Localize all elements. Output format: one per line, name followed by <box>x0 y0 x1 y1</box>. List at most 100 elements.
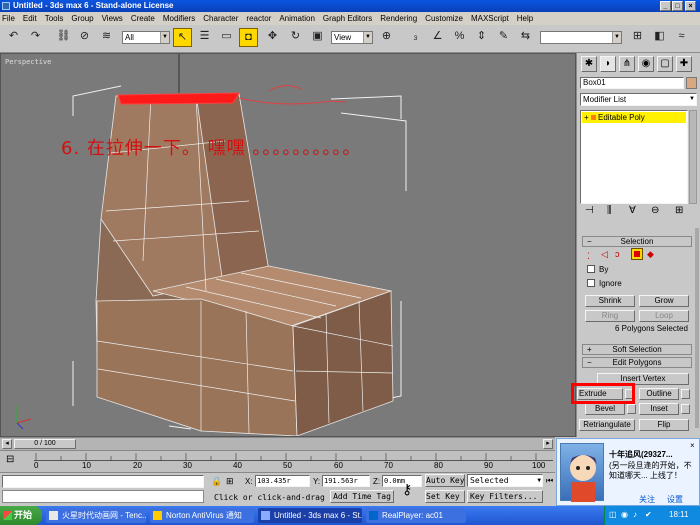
close-icon[interactable]: × <box>690 441 695 450</box>
bevel-settings-icon[interactable] <box>627 404 636 414</box>
ignore-backfacing-checkbox[interactable] <box>587 279 595 287</box>
select-by-name-icon[interactable]: ☰ <box>195 28 214 47</box>
named-selection-icon[interactable]: ✎ <box>494 28 513 47</box>
perspective-viewport[interactable]: Perspective 6. 在拉伸一下。 嘿嘿 。。。。。。。。。。 <box>0 53 576 437</box>
tray-icon-qq[interactable]: ◉ <box>621 510 628 519</box>
by-vertex-checkbox[interactable] <box>587 265 595 273</box>
track-bar[interactable]: ⊟ 0 10 20 30 40 50 60 70 80 90 100 <box>0 450 555 472</box>
align-icon[interactable]: ⊞ <box>628 28 647 47</box>
curve-editor-mini-icon[interactable]: ⊟ <box>6 454 14 465</box>
maximize-button[interactable]: □ <box>672 1 683 11</box>
key-icon[interactable]: ⚷ <box>402 481 412 498</box>
menu-rendering[interactable]: Rendering <box>380 14 417 23</box>
bevel-button[interactable]: Bevel <box>585 403 625 415</box>
auto-key-button[interactable]: Auto Key <box>425 474 465 487</box>
stack-item-editable-poly[interactable]: + Editable Poly <box>582 112 686 123</box>
select-object-icon[interactable]: ↖ <box>173 28 192 47</box>
absolute-mode-icon[interactable]: ⊞ <box>226 476 234 487</box>
remove-modifier-icon[interactable]: ⊖ <box>651 205 659 216</box>
selection-filter-dropdown[interactable]: All ▼ <box>122 31 170 44</box>
configure-modifier-sets-icon[interactable]: ⊞ <box>675 205 683 216</box>
motion-tab-icon[interactable]: ◉ <box>638 56 654 72</box>
tray-icon-network[interactable]: ◫ <box>609 510 617 519</box>
flip-button[interactable]: Flip <box>639 419 689 431</box>
select-scale-icon[interactable]: ▣ <box>308 28 327 47</box>
time-slider[interactable]: ◂ 0 / 100 ▸ <box>0 437 555 450</box>
hierarchy-tab-icon[interactable]: ⋔ <box>619 56 635 72</box>
task-item-norton[interactable]: Norton AntiVirus 通知 <box>150 508 254 523</box>
loop-button[interactable]: Loop <box>639 310 689 322</box>
select-rotate-icon[interactable]: ↻ <box>286 28 305 47</box>
element-mode-icon[interactable]: ◆ <box>647 249 654 260</box>
pin-stack-icon[interactable]: ⊣ <box>585 205 594 216</box>
y-coordinate-field[interactable]: 191.563r <box>322 475 370 487</box>
show-end-result-icon[interactable]: ⫼ <box>607 205 612 216</box>
task-item-realplayer[interactable]: RealPlayer: ac01 <box>366 508 466 523</box>
bind-space-warp-icon[interactable]: ≋ <box>97 28 116 47</box>
menu-tools[interactable]: Tools <box>45 14 64 23</box>
qq-notification-popup[interactable]: 十年追风(29327... (另一段旦逢的开始，不知道哪天... 上线了！ 关注… <box>556 438 700 506</box>
inset-button[interactable]: Inset <box>639 403 679 415</box>
percent-snap-icon[interactable]: % <box>450 28 469 47</box>
minimize-button[interactable]: _ <box>660 1 671 11</box>
menu-edit[interactable]: Edit <box>23 14 37 23</box>
snap-toggle-icon[interactable]: ₃ <box>406 28 425 47</box>
qq-settings-link[interactable]: 设置 <box>667 494 683 505</box>
reference-coordinate-dropdown[interactable]: View ▼ <box>331 31 373 44</box>
menu-customize[interactable]: Customize <box>425 14 463 23</box>
selection-rollout-header[interactable]: − Selection <box>582 236 692 247</box>
pivot-center-icon[interactable]: ⊕ <box>377 28 396 47</box>
menu-character[interactable]: Character <box>203 14 238 23</box>
close-button[interactable]: × <box>685 1 696 11</box>
menu-file[interactable]: File <box>2 14 15 23</box>
tray-icon-antivirus[interactable]: ✔ <box>645 510 652 519</box>
make-unique-icon[interactable]: ∀ <box>629 205 636 216</box>
outline-button[interactable]: Outline <box>639 388 679 400</box>
object-name-field[interactable]: Box01 <box>580 77 684 89</box>
unlink-icon[interactable]: ⊘ <box>75 28 94 47</box>
modifier-list-dropdown[interactable]: Modifier List ▼ <box>580 93 697 106</box>
menu-help[interactable]: Help <box>517 14 533 23</box>
menu-reactor[interactable]: reactor <box>246 14 271 23</box>
menu-maxscript[interactable]: MAXScript <box>471 14 509 23</box>
prev-frame-icon[interactable]: ◂ <box>2 439 12 449</box>
menu-views[interactable]: Views <box>102 14 123 23</box>
named-selection-sets-dropdown[interactable]: ▼ <box>540 31 622 44</box>
border-mode-icon[interactable]: ↄ <box>615 249 620 259</box>
inset-settings-icon[interactable] <box>681 404 690 414</box>
start-button[interactable]: 开始 <box>0 506 42 525</box>
window-crossing-icon[interactable]: ◘ <box>239 28 258 47</box>
key-selection-dropdown[interactable]: Selected ▼ <box>467 474 543 487</box>
mirror-icon[interactable]: ⇆ <box>516 28 535 47</box>
angle-snap-icon[interactable]: ∠ <box>428 28 447 47</box>
add-time-tag-button[interactable]: Add Time Tag <box>330 490 394 503</box>
vertex-mode-icon[interactable]: ⁚ <box>587 251 590 262</box>
edge-mode-icon[interactable]: ◁ <box>601 249 608 260</box>
status-line-input[interactable] <box>2 490 204 503</box>
display-tab-icon[interactable]: ▢ <box>657 56 673 72</box>
rectangular-selection-icon[interactable]: ▭ <box>217 28 236 47</box>
go-to-start-icon[interactable]: ⏮ <box>546 476 553 486</box>
menu-graph-editors[interactable]: Graph Editors <box>323 14 372 23</box>
grow-button[interactable]: Grow <box>639 295 689 307</box>
task-item-3dsmax[interactable]: Untitled - 3ds max 6 - St... <box>258 508 362 523</box>
tray-icon-volume[interactable]: ♪ <box>633 510 637 519</box>
menu-animation[interactable]: Animation <box>279 14 315 23</box>
menu-modifiers[interactable]: Modifiers <box>163 14 195 23</box>
lock-selection-icon[interactable]: 🔒 <box>211 476 222 487</box>
soft-selection-rollout-header[interactable]: + Soft Selection <box>582 344 692 355</box>
utilities-tab-icon[interactable]: ✚ <box>676 56 692 72</box>
modify-tab-icon[interactable]: ◗ <box>600 56 616 72</box>
key-filters-button[interactable]: Key Filters... <box>467 490 543 503</box>
panel-scrollbar[interactable] <box>695 228 699 428</box>
time-slider-thumb[interactable]: 0 / 100 <box>14 439 76 449</box>
layer-manager-icon[interactable]: ◧ <box>650 28 669 47</box>
retriangulate-button[interactable]: Retriangulate <box>579 419 635 431</box>
task-item-browser[interactable]: 火星时代动画网 - Tenc... <box>46 508 146 523</box>
select-move-icon[interactable]: ✥ <box>263 28 282 47</box>
outline-settings-icon[interactable] <box>681 389 690 399</box>
next-frame-icon[interactable]: ▸ <box>543 439 553 449</box>
object-color-swatch[interactable] <box>686 77 697 89</box>
shrink-button[interactable]: Shrink <box>585 295 635 307</box>
maxscript-listener-mini[interactable] <box>2 475 204 488</box>
